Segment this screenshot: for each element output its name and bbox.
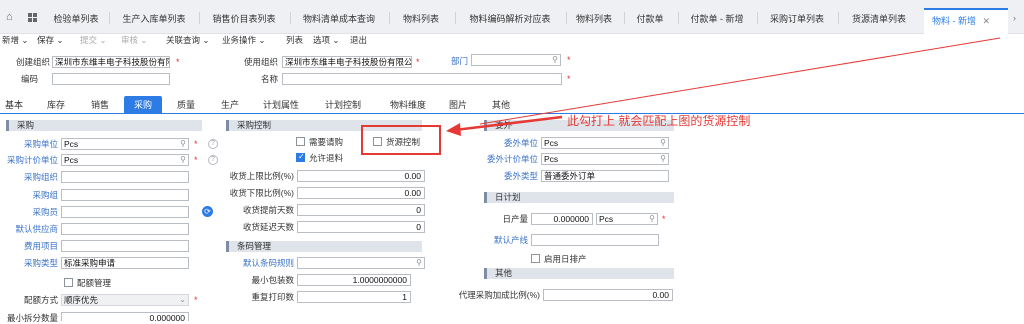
annotation-thin-line xyxy=(479,37,1001,125)
annotation-arrow xyxy=(446,37,1001,136)
annotation-text: 此勾打上 就会匹配上图的货源控制 xyxy=(567,114,751,128)
annotation-arrowhead xyxy=(446,123,461,136)
